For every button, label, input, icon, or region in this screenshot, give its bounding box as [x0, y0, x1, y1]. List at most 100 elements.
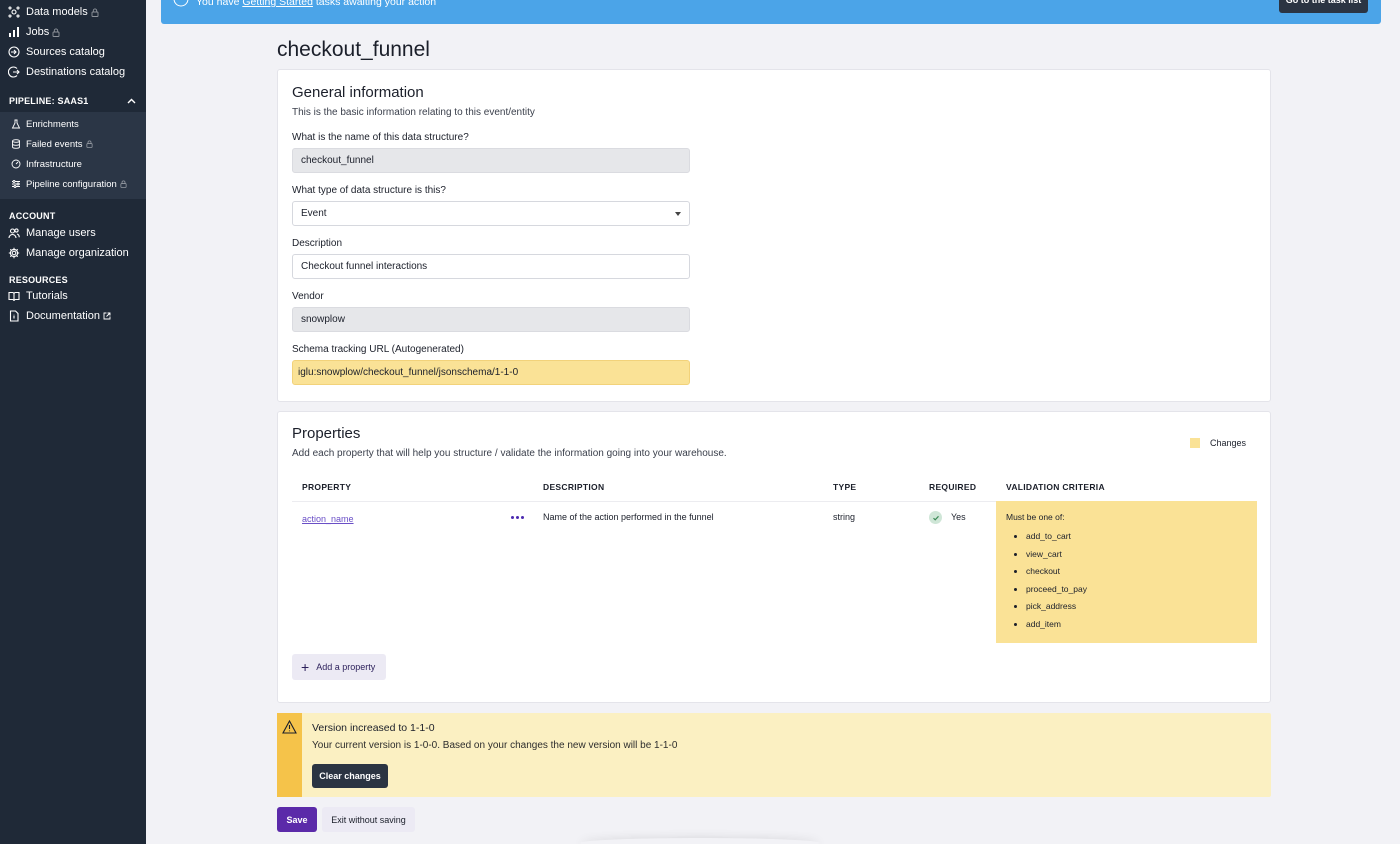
general-information-title: General information [292, 84, 424, 101]
description-label: Description [292, 238, 343, 249]
type-value: Event [301, 208, 327, 219]
banner-text-before: You have [196, 0, 243, 8]
validation-value: add_to_cart [1026, 528, 1247, 546]
sidebar-item-label: Documentation [26, 310, 100, 322]
sidebar-item-enrichments[interactable]: Enrichments [11, 117, 79, 131]
gauge-icon [11, 159, 21, 169]
sidebar-item-label: Manage organization [26, 247, 129, 259]
property-name-cell: action_name [302, 514, 354, 524]
type-label: What type of data structure is this? [292, 185, 446, 196]
property-required-cell: Yes [951, 512, 966, 522]
validation-value: pick_address [1026, 598, 1247, 616]
sources-icon [8, 46, 20, 58]
pipeline-header-label: PIPELINE: SAAS1 [9, 96, 89, 106]
changes-legend: Changes [1189, 438, 1246, 448]
column-header-type: TYPE [833, 482, 857, 492]
sidebar-item-label: Manage users [26, 227, 96, 239]
lock-icon [85, 140, 93, 148]
sidebar-item-manage-users[interactable]: Manage users [8, 224, 96, 242]
sidebar-item-label: Jobs [26, 26, 50, 38]
column-header-description: DESCRIPTION [543, 482, 605, 492]
flask-icon [11, 119, 21, 129]
type-select[interactable]: Event [292, 201, 690, 226]
column-header-property: PROPERTY [302, 482, 352, 492]
destinations-icon [8, 66, 20, 78]
bottom-shadow [580, 838, 820, 844]
property-description-cell: Name of the action performed in the funn… [543, 512, 714, 522]
database-icon [11, 139, 21, 149]
sidebar-item-label: Sources catalog [26, 46, 105, 58]
account-section-label: ACCOUNT [9, 211, 56, 221]
data-models-icon [8, 6, 20, 18]
getting-started-link[interactable]: Getting Started [242, 0, 313, 8]
warning-text: Your current version is 1-0-0. Based on … [312, 740, 678, 751]
exit-without-saving-button[interactable]: Exit without saving [322, 807, 415, 832]
banner-text: You have Getting Started tasks awaiting … [196, 0, 436, 8]
add-property-label: Add a property [316, 662, 376, 672]
validation-value: checkout [1026, 563, 1247, 581]
users-icon [8, 227, 20, 239]
changes-swatch [1189, 438, 1200, 448]
sidebar-item-manage-organization[interactable]: Manage organization [8, 244, 129, 262]
validation-value: view_cart [1026, 546, 1247, 564]
sidebar-item-label: Infrastructure [26, 158, 82, 170]
column-header-validation: VALIDATION CRITERIA [1006, 482, 1105, 492]
validation-value: proceed_to_pay [1026, 581, 1247, 599]
sidebar-item-tutorials[interactable]: Tutorials [8, 287, 68, 305]
schema-url-field[interactable]: iglu:snowplow/checkout_funnel/jsonschema… [292, 360, 690, 385]
bar-chart-icon [8, 26, 20, 38]
name-field: checkout_funnel [292, 148, 690, 173]
vendor-field: snowplow [292, 307, 690, 332]
add-property-button[interactable]: + Add a property [292, 654, 386, 680]
sidebar-item-label: Destinations catalog [26, 66, 126, 78]
lock-icon [120, 180, 127, 188]
document-icon [8, 310, 20, 322]
go-to-task-list-button[interactable]: Go to the task list [1279, 0, 1368, 13]
property-type-cell: string [833, 512, 856, 522]
sidebar-item-pipeline-configuration[interactable]: Pipeline configuration [11, 177, 127, 191]
sidebar-item-documentation[interactable]: Documentation [8, 307, 111, 325]
save-button[interactable]: Save [277, 807, 317, 832]
lock-icon [52, 28, 60, 37]
sidebar-item-sources-catalog[interactable]: Sources catalog [8, 43, 105, 61]
banner-text-after: tasks awaiting your action [312, 0, 437, 8]
column-header-required: REQUIRED [929, 482, 977, 492]
general-information-subtitle: This is the basic information relating t… [292, 107, 535, 118]
resources-section-label: RESOURCES [9, 275, 68, 285]
clear-changes-button[interactable]: Clear changes [312, 764, 388, 788]
gear-icon [8, 247, 20, 259]
pipeline-group: Enrichments Failed events Infrastructure… [0, 112, 146, 199]
sidebar-item-label: Data models [26, 6, 88, 18]
sidebar-item-label: Tutorials [26, 290, 68, 302]
sidebar-item-failed-events[interactable]: Failed events [11, 137, 93, 151]
vendor-value: snowplow [301, 314, 345, 325]
validation-intro: Must be one of: [1006, 512, 1065, 522]
property-name-link[interactable]: action_name [302, 514, 354, 524]
validation-values-list: add_to_cart view_cart checkout proceed_t… [1006, 528, 1247, 633]
sidebar-item-destinations-catalog[interactable]: Destinations catalog [8, 63, 125, 81]
properties-card: Properties Add each property that will h… [277, 411, 1271, 703]
rocket-icon [173, 0, 189, 8]
description-value: Checkout funnel interactions [301, 261, 428, 272]
sidebar-item-label: Enrichments [26, 118, 79, 130]
version-warning: Version increased to 1-1-0 Your current … [277, 713, 1271, 797]
properties-title: Properties [292, 425, 361, 442]
name-value: checkout_funnel [301, 155, 374, 166]
sidebar-item-data-models[interactable]: Data models [8, 3, 99, 21]
warning-title: Version increased to 1-1-0 [312, 722, 435, 734]
properties-subtitle: Add each property that will help you str… [292, 448, 727, 459]
changes-legend-label: Changes [1209, 438, 1246, 448]
task-banner: You have Getting Started tasks awaiting … [161, 0, 1381, 24]
caret-down-icon [675, 212, 681, 216]
sidebar-item-infrastructure[interactable]: Infrastructure [11, 157, 82, 171]
lock-icon [91, 8, 99, 17]
sidebar-item-jobs[interactable]: Jobs [8, 23, 60, 41]
warning-bar [277, 713, 302, 797]
description-field[interactable]: Checkout funnel interactions [292, 254, 690, 279]
sidebar-item-label: Pipeline configuration [26, 178, 117, 190]
sliders-icon [11, 179, 21, 189]
vendor-label: Vendor [292, 291, 324, 302]
more-options-icon[interactable] [511, 516, 524, 519]
external-link-icon [103, 312, 111, 320]
pipeline-header[interactable]: PIPELINE: SAAS1 [0, 92, 146, 110]
